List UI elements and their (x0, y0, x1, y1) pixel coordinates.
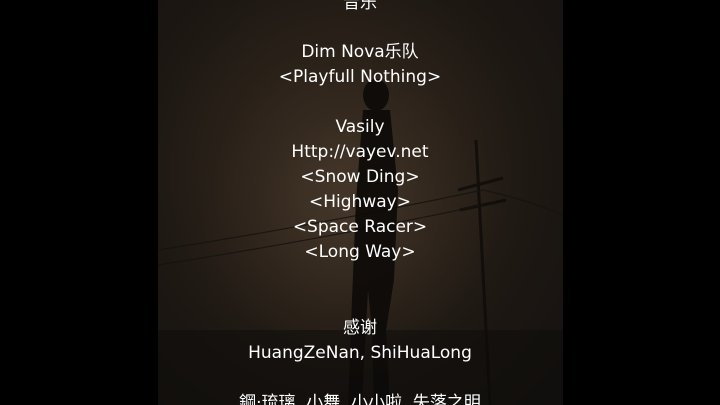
game-screen: 音乐 Dim Nova乐队 <Playfull Nothing> Vasily … (0, 0, 720, 405)
credits-heading-music: 音乐 (343, 0, 377, 13)
credits-line: <Snow Ding> (300, 167, 420, 187)
credits-line: 鋼·琉璃, 小舞, 小小啦, 失落之明 (239, 393, 481, 405)
credits-line: <Space Racer> (292, 217, 428, 237)
credits-line: <Long Way> (304, 242, 416, 262)
credits-line: Vasily (335, 117, 385, 137)
credits-heading-thanks: 感谢 (343, 318, 377, 338)
credits-line: <Highway> (309, 192, 411, 212)
credits-line: <Playfull Nothing> (278, 67, 442, 87)
credits-roll: 音乐 Dim Nova乐队 <Playfull Nothing> Vasily … (0, 0, 720, 405)
credits-line: Http://vayev.net (291, 142, 429, 162)
credits-line: Dim Nova乐队 (301, 42, 419, 62)
credits-line: HuangZeNan, ShiHuaLong (248, 343, 472, 363)
